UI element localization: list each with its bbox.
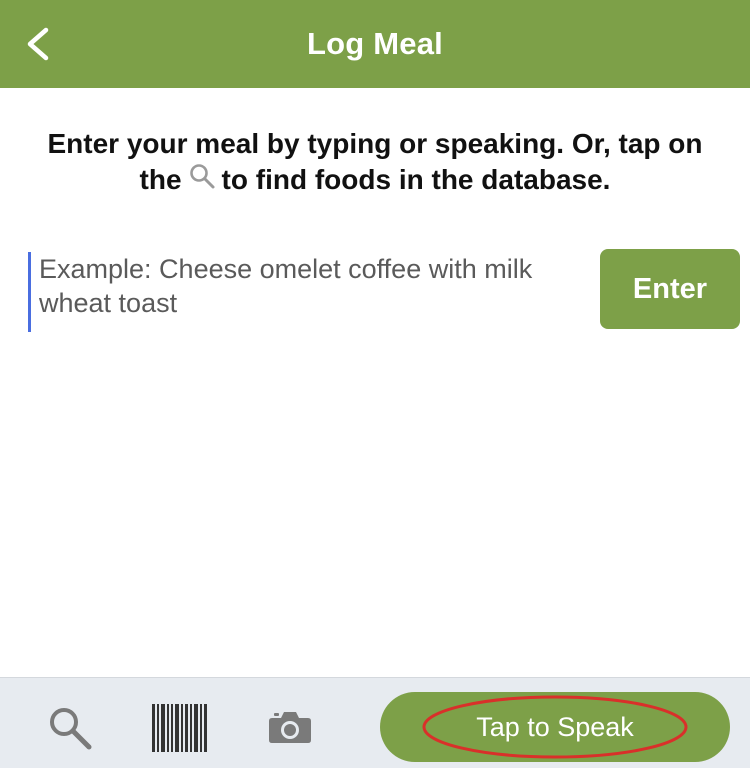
tap-to-speak-button[interactable]: Tap to Speak [380, 692, 730, 762]
instructions-text: Enter your meal by typing or speaking. O… [0, 126, 750, 198]
search-icon [50, 708, 92, 750]
chevron-left-icon [27, 27, 49, 61]
instructions-line-2: the to find foods in the database. [0, 162, 750, 198]
log-meal-screen: Log Meal Enter your meal by typing or sp… [0, 0, 750, 768]
enter-button[interactable]: Enter [600, 249, 740, 329]
tap-to-speak-label: Tap to Speak [476, 712, 634, 742]
instructions-line-1: Enter your meal by typing or speaking. O… [47, 128, 703, 159]
search-icon [188, 163, 218, 191]
meal-text-input[interactable] [28, 252, 583, 332]
barcode-scan-button[interactable] [151, 704, 209, 752]
page-title: Log Meal [307, 26, 443, 61]
nav-bar: Log Meal [0, 0, 750, 88]
camera-icon [269, 712, 311, 743]
instructions-line-2-after: to find foods in the database. [221, 164, 611, 195]
camera-button[interactable] [268, 710, 312, 744]
barcode-icon [152, 704, 207, 752]
bottom-toolbar: Tap to Speak [0, 677, 750, 768]
instructions-line-2-before: the [139, 164, 182, 195]
back-button[interactable] [14, 14, 62, 70]
search-button[interactable] [46, 705, 94, 753]
